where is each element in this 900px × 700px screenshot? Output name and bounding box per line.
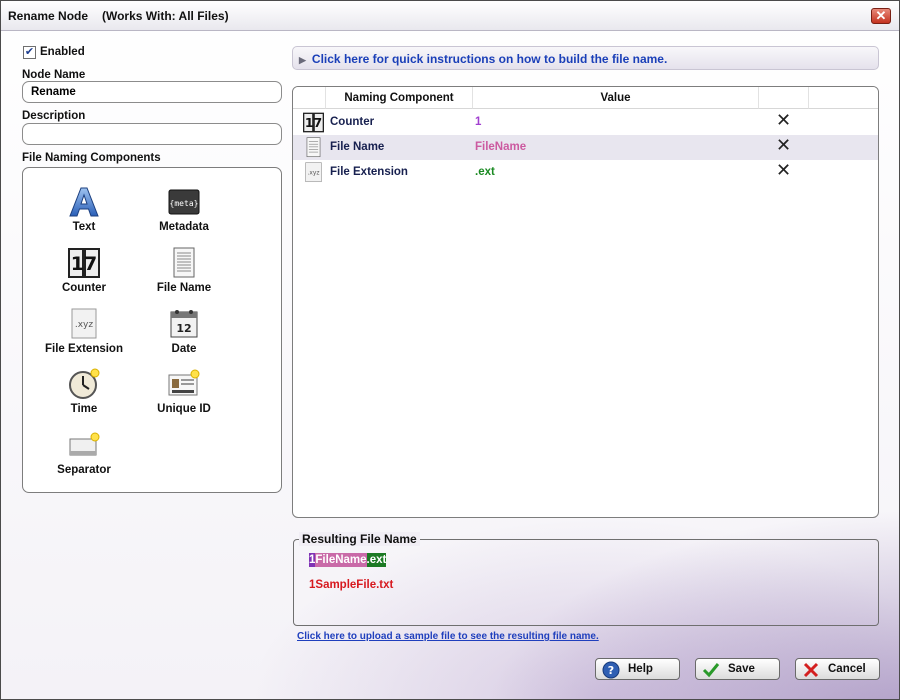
- component-label: Metadata: [159, 221, 209, 233]
- component-metadata[interactable]: {meta} Metadata: [129, 186, 239, 233]
- component-file-name[interactable]: File Name: [129, 247, 239, 294]
- cancel-button[interactable]: Cancel: [795, 658, 880, 680]
- delete-row-button[interactable]: ✕: [776, 136, 791, 154]
- rename-node-dialog: Rename Node (Works With: All Files) ✕ ✔ …: [0, 0, 900, 700]
- description-input[interactable]: [22, 123, 282, 145]
- save-button[interactable]: Save: [695, 658, 780, 680]
- check-icon: ✔: [24, 46, 35, 58]
- svg-text:?: ?: [608, 664, 614, 677]
- metadata-icon: {meta}: [168, 186, 200, 218]
- component-label: Text: [72, 221, 96, 233]
- grid-row-counter[interactable]: 17 Counter 1 ✕: [293, 110, 878, 135]
- component-label: Counter: [61, 282, 107, 294]
- grid-header-icon: [293, 87, 326, 109]
- help-button[interactable]: ? Help: [595, 658, 680, 680]
- cancel-x-icon: [802, 661, 820, 679]
- time-icon: [68, 368, 100, 400]
- dialog-subtitle: (Works With: All Files): [102, 9, 229, 23]
- component-label: File Extension: [45, 343, 123, 355]
- enabled-label: Enabled: [40, 46, 85, 58]
- file-extension-icon: .xyz: [303, 162, 324, 183]
- preview-extension-segment: .ext: [366, 553, 387, 567]
- unique-id-icon: [168, 368, 200, 400]
- row-component-name: File Extension: [330, 166, 408, 178]
- node-name-label: Node Name: [22, 69, 86, 81]
- quick-instructions-link[interactable]: ▶ Click here for quick instructions on ho…: [292, 46, 879, 70]
- close-icon: ✕: [875, 8, 887, 23]
- dialog-title: Rename Node: [8, 9, 89, 23]
- cancel-label: Cancel: [828, 663, 866, 675]
- counter-icon: 17: [303, 112, 324, 133]
- counter-icon: 17: [68, 247, 100, 279]
- naming-components-grid: Naming Component Value 17 Counter 1 ✕ Fi…: [292, 86, 879, 518]
- description-label: Description: [22, 110, 86, 122]
- component-unique-id[interactable]: Unique ID: [129, 368, 239, 415]
- enabled-checkbox[interactable]: ✔: [23, 46, 36, 59]
- row-component-name: Counter: [330, 116, 375, 128]
- component-label: Separator: [57, 464, 111, 476]
- component-separator[interactable]: Separator: [29, 429, 139, 476]
- text-icon: [68, 186, 100, 218]
- row-value[interactable]: .ext: [475, 166, 495, 178]
- separator-icon: [68, 429, 100, 461]
- components-palette: Text {meta} Metadata 17 Counter File Nam…: [22, 167, 282, 493]
- file-extension-icon: .xyz: [68, 308, 100, 340]
- title-bar: Rename Node (Works With: All Files) ✕: [1, 1, 899, 31]
- grid-header-value: Value: [473, 87, 759, 109]
- expand-triangle-icon: ▶: [299, 55, 306, 65]
- svg-text:.xyz: .xyz: [308, 170, 320, 176]
- row-value[interactable]: 1: [475, 116, 481, 128]
- sample-result-text: 1SampleFile.txt: [309, 579, 394, 591]
- grid-header-component: Naming Component: [326, 87, 473, 109]
- component-counter[interactable]: 17 Counter: [29, 247, 139, 294]
- resulting-file-name-title: Resulting File Name: [299, 532, 420, 546]
- preview-filename-segment: FileName: [315, 553, 367, 567]
- component-label: Date: [171, 343, 197, 355]
- delete-row-button[interactable]: ✕: [776, 111, 791, 129]
- file-name-icon: [303, 137, 324, 158]
- help-label: Help: [628, 663, 653, 675]
- svg-text:17: 17: [305, 115, 322, 130]
- date-icon: 12: [168, 308, 200, 340]
- row-value[interactable]: FileName: [475, 141, 526, 153]
- svg-text:.xyz: .xyz: [75, 320, 94, 330]
- resulting-name-preview: 1FileName.ext: [309, 553, 387, 567]
- grid-header-spacer: [809, 87, 878, 109]
- row-component-name: File Name: [330, 141, 385, 153]
- grid-header-delete: [759, 87, 809, 109]
- svg-text:17: 17: [71, 253, 97, 275]
- svg-text:{meta}: {meta}: [170, 199, 199, 208]
- delete-row-button[interactable]: ✕: [776, 161, 791, 179]
- help-icon: ?: [602, 661, 620, 679]
- file-naming-components-label: File Naming Components: [22, 152, 161, 164]
- component-time[interactable]: Time: [29, 368, 139, 415]
- file-name-icon: [168, 247, 200, 279]
- save-label: Save: [728, 663, 755, 675]
- quick-instructions-text: Click here for quick instructions on how…: [311, 52, 668, 66]
- component-text[interactable]: Text: [29, 186, 139, 233]
- grid-row-file-extension[interactable]: .xyz File Extension .ext ✕: [293, 160, 878, 185]
- grid-row-file-name[interactable]: File Name FileName ✕: [293, 135, 878, 160]
- component-date[interactable]: 12 Date: [129, 308, 239, 355]
- close-button[interactable]: ✕: [871, 8, 891, 24]
- component-label: Unique ID: [157, 403, 211, 415]
- svg-text:12: 12: [176, 322, 191, 335]
- checkmark-icon: [702, 661, 720, 679]
- component-label: Time: [70, 403, 98, 415]
- upload-sample-file-link[interactable]: Click here to upload a sample file to se…: [297, 631, 599, 642]
- node-name-input[interactable]: [22, 81, 282, 103]
- component-file-extension[interactable]: .xyz File Extension: [29, 308, 139, 355]
- component-label: File Name: [156, 282, 212, 294]
